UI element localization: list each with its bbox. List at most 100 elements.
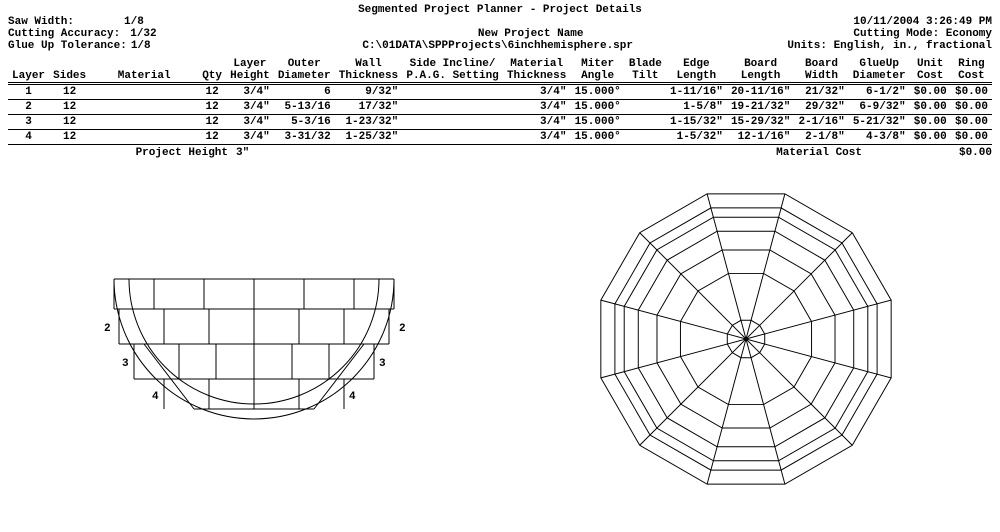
cell-material (90, 100, 198, 115)
col-unit-cost: UnitCost (910, 58, 951, 84)
cell-side_incline (402, 84, 503, 100)
cell-mat_thk: 3/4" (503, 84, 571, 100)
svg-text:3: 3 (122, 358, 129, 370)
cell-sides: 12 (49, 130, 90, 145)
cell-sides: 12 (49, 100, 90, 115)
cell-wall_thk: 1-25/32" (335, 130, 403, 145)
cell-outer_dia: 5-3/16 (274, 115, 335, 130)
cell-sides: 12 (49, 84, 90, 100)
svg-text:4: 4 (349, 391, 356, 403)
cell-blade_tilt (625, 84, 666, 100)
cell-edge_len: 1-11/16" (666, 84, 727, 100)
svg-text:4: 4 (152, 391, 159, 403)
col-board-len: BoardLength (727, 58, 795, 84)
cell-layer: 3 (8, 115, 49, 130)
project-path: C:\01DATA\SPPProjects\6inchhemisphere.sp… (208, 40, 787, 52)
side-view-diagram: 2 2 3 3 4 4 (94, 249, 414, 429)
cell-outer_dia: 6 (274, 84, 335, 100)
units: Units: English, in., fractional (787, 40, 992, 52)
cell-layer_height: 3/4" (226, 84, 274, 100)
cell-wall_thk: 1-23/32" (335, 115, 403, 130)
cell-layer: 1 (8, 84, 49, 100)
project-name: New Project Name (208, 28, 853, 40)
col-side-incline: Side Incline/P.A.G. Setting (402, 58, 503, 84)
footer-row: Project Height 3" Material Cost $0.00 (8, 147, 992, 159)
top-view-diagram (586, 179, 906, 499)
glue-tol-label: Glue Up Tolerance: (8, 40, 127, 52)
material-cost-value: $0.00 (932, 147, 992, 159)
cell-board_wid: 29/32" (794, 100, 848, 115)
cell-material (90, 84, 198, 100)
cell-edge_len: 1-5/32" (666, 130, 727, 145)
cell-side_incline (402, 100, 503, 115)
cell-board_len: 20-11/16" (727, 84, 795, 100)
cell-layer_height: 3/4" (226, 130, 274, 145)
glue-tol-value: 1/8 (131, 40, 151, 52)
cell-miter_angle: 15.000° (570, 115, 624, 130)
svg-text:3: 3 (379, 358, 386, 370)
cell-unit_cost: $0.00 (910, 100, 951, 115)
cell-side_incline (402, 115, 503, 130)
cell-layer_height: 3/4" (226, 100, 274, 115)
cell-layer_height: 3/4" (226, 115, 274, 130)
cell-glueup_dia: 6-9/32" (849, 100, 910, 115)
cell-ring_cost: $0.00 (951, 100, 992, 115)
cell-mat_thk: 3/4" (503, 130, 571, 145)
cell-board_len: 19-21/32" (727, 100, 795, 115)
cell-side_incline (402, 130, 503, 145)
col-qty: Qty (198, 58, 226, 84)
col-sides: Sides (49, 58, 90, 84)
cell-mat_thk: 3/4" (503, 115, 571, 130)
cell-miter_angle: 15.000° (570, 84, 624, 100)
col-material: Material (90, 58, 198, 84)
cell-board_wid: 2-1/8" (794, 130, 848, 145)
cutting-mode: Cutting Mode: Economy (853, 28, 992, 40)
cell-qty: 12 (198, 115, 226, 130)
saw-width-value: 1/8 (124, 16, 144, 28)
cell-blade_tilt (625, 130, 666, 145)
cell-sides: 12 (49, 115, 90, 130)
svg-text:2: 2 (399, 323, 406, 335)
table-row: 112123/4"69/32"3/4"15.000°1-11/16"20-11/… (8, 84, 992, 100)
cell-ring_cost: $0.00 (951, 115, 992, 130)
cell-ring_cost: $0.00 (951, 130, 992, 145)
cell-miter_angle: 15.000° (570, 100, 624, 115)
cell-wall_thk: 9/32" (335, 84, 403, 100)
cell-layer: 2 (8, 100, 49, 115)
col-blade-tilt: BladeTilt (625, 58, 666, 84)
project-height-label: Project Height (8, 147, 236, 159)
page-title: Segmented Project Planner - Project Deta… (8, 4, 992, 16)
cell-ring_cost: $0.00 (951, 84, 992, 100)
cell-board_len: 15-29/32" (727, 115, 795, 130)
table-row: 212123/4"5-13/1617/32"3/4"15.000°1-5/8"1… (8, 100, 992, 115)
cell-unit_cost: $0.00 (910, 84, 951, 100)
material-cost-label: Material Cost (776, 147, 932, 159)
col-wall-thk: WallThickness (335, 58, 403, 84)
cell-blade_tilt (625, 115, 666, 130)
cell-edge_len: 1-5/8" (666, 100, 727, 115)
col-layer-height: LayerHeight (226, 58, 274, 84)
table-row: 312123/4"5-3/161-23/32"3/4"15.000°1-15/3… (8, 115, 992, 130)
col-edge-len: EdgeLength (666, 58, 727, 84)
col-mat-thk: MaterialThickness (503, 58, 571, 84)
cell-board_wid: 21/32" (794, 84, 848, 100)
cell-board_wid: 2-1/16" (794, 115, 848, 130)
cell-miter_angle: 15.000° (570, 130, 624, 145)
cell-blade_tilt (625, 100, 666, 115)
cell-outer_dia: 5-13/16 (274, 100, 335, 115)
cell-qty: 12 (198, 100, 226, 115)
cell-unit_cost: $0.00 (910, 130, 951, 145)
cell-qty: 12 (198, 130, 226, 145)
cell-qty: 12 (198, 84, 226, 100)
cell-material (90, 130, 198, 145)
col-outer-dia: OuterDiameter (274, 58, 335, 84)
cell-wall_thk: 17/32" (335, 100, 403, 115)
table-row: 412123/4"3-31/321-25/32"3/4"15.000°1-5/3… (8, 130, 992, 145)
cell-glueup_dia: 6-1/2" (849, 84, 910, 100)
cell-material (90, 115, 198, 130)
cell-mat_thk: 3/4" (503, 100, 571, 115)
col-ring-cost: RingCost (951, 58, 992, 84)
segments-table: Layer Sides Material Qty LayerHeight Out… (8, 58, 992, 145)
cell-board_len: 12-1/16" (727, 130, 795, 145)
cell-glueup_dia: 5-21/32" (849, 115, 910, 130)
